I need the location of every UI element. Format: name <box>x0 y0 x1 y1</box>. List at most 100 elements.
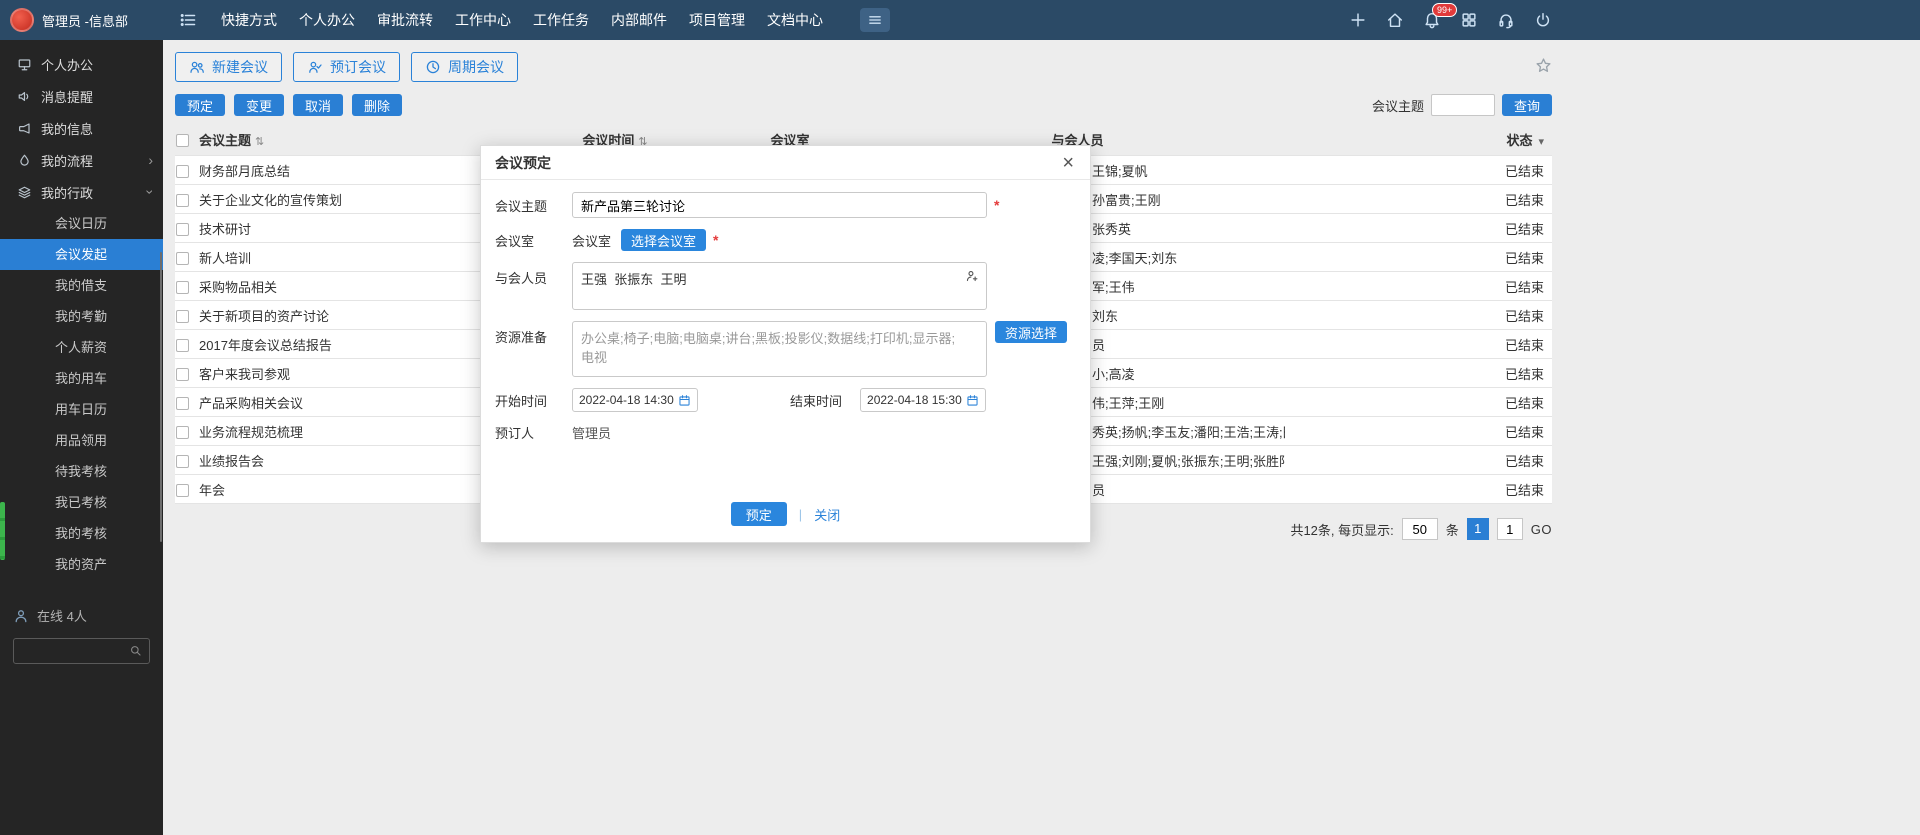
jump-page-input[interactable] <box>1497 518 1523 540</box>
meeting-subject-filter-input[interactable] <box>1431 94 1495 116</box>
sort-icon[interactable]: ⇅ <box>255 136 264 148</box>
add-icon[interactable] <box>1349 11 1367 29</box>
meeting-subject-cell: 产品采购相关会议 <box>199 393 520 412</box>
close-link[interactable]: 关闭 <box>814 505 840 524</box>
brand[interactable]: 管理员 -信息部 <box>10 8 162 32</box>
sidebar-scrollbar[interactable] <box>160 252 162 542</box>
start-time-label: 开始时间 <box>495 391 572 410</box>
meeting-subject-cell: 年会 <box>199 480 520 499</box>
status-cell: 已结束 <box>1285 190 1552 209</box>
resources-textarea[interactable]: 办公桌;椅子;电脑;电脑桌;讲台;黑板;投影仪;数据线;打印机;显示器;电视 <box>572 321 987 377</box>
dialog-header: 会议预定 × <box>481 146 1090 180</box>
subject-filter: 会议主题 查询 <box>1372 94 1552 116</box>
more-menu-icon[interactable] <box>860 8 890 32</box>
notification-badge: 99+ <box>1432 3 1457 17</box>
close-icon[interactable]: × <box>1060 153 1076 173</box>
start-time-input[interactable]: 2022-04-18 14:30 <box>572 388 698 412</box>
change-button[interactable]: 变更 <box>234 94 284 116</box>
book-button[interactable]: 预定 <box>175 94 225 116</box>
sidebar-subitem[interactable]: 我的考核 <box>0 518 163 549</box>
sidebar-subitem[interactable]: 我的借支 <box>0 270 163 301</box>
per-page-input[interactable] <box>1402 518 1438 540</box>
choose-room-button[interactable]: 选择会议室 <box>621 229 706 251</box>
search-icon[interactable] <box>129 644 142 657</box>
delete-button[interactable]: 删除 <box>352 94 402 116</box>
status-cell: 已结束 <box>1285 335 1552 354</box>
top-nav-item[interactable]: 文档中心 <box>756 0 834 40</box>
current-page-button[interactable]: 1 <box>1467 518 1489 540</box>
sidebar-subitem[interactable]: 我已考核 <box>0 487 163 518</box>
row-checkbox[interactable] <box>176 281 189 294</box>
book-meeting-button[interactable]: 预订会议 <box>293 52 400 82</box>
sidebar: 个人办公 消息提醒 我的信息 我的流程 › 我的行政 › <box>0 40 163 835</box>
sidebar-subitem[interactable]: 会议日历 <box>0 208 163 239</box>
sidebar-subitem[interactable]: 会议发起 <box>0 239 163 270</box>
list-actionbar: 预定 变更 取消 删除 会议主题 查询 <box>175 94 1552 116</box>
row-checkbox[interactable] <box>176 223 189 236</box>
search-button[interactable]: 查询 <box>1502 94 1552 116</box>
row-checkbox[interactable] <box>176 426 189 439</box>
meeting-toolbar: 新建会议 预订会议 周期会议 <box>175 50 1552 94</box>
choose-resources-button[interactable]: 资源选择 <box>995 321 1067 343</box>
top-nav-item[interactable]: 工作中心 <box>444 0 522 40</box>
go-button[interactable]: GO <box>1531 522 1552 537</box>
menu-toggle-icon[interactable] <box>178 10 198 30</box>
row-checkbox[interactable] <box>176 165 189 178</box>
sidebar-item-message-reminder[interactable]: 消息提醒 <box>0 80 163 112</box>
subject-input[interactable] <box>572 192 987 218</box>
sidebar-subitem[interactable]: 我的考勤 <box>0 301 163 332</box>
row-checkbox[interactable] <box>176 368 189 381</box>
sidebar-item-personal-office[interactable]: 个人办公 <box>0 48 163 80</box>
favorite-star-icon[interactable] <box>1535 57 1552 77</box>
app-window: 管理员 -信息部 快捷方式个人办公审批流转工作中心工作任务内部邮件项目管理文档中… <box>0 0 1920 835</box>
sidebar-item-my-info[interactable]: 我的信息 <box>0 112 163 144</box>
column-subject[interactable]: 会议主题⇅ <box>199 130 520 149</box>
top-nav-item[interactable]: 项目管理 <box>678 0 756 40</box>
top-nav-item[interactable]: 工作任务 <box>522 0 600 40</box>
sidebar-item-my-admin[interactable]: 我的行政 › <box>0 176 163 208</box>
status-cell: 已结束 <box>1285 306 1552 325</box>
home-icon[interactable] <box>1386 11 1404 29</box>
end-time-input[interactable]: 2022-04-18 15:30 <box>860 388 986 412</box>
scroll-indicator <box>0 502 5 560</box>
sidebar-subitem[interactable]: 待我考核 <box>0 456 163 487</box>
sidebar-subitem[interactable]: 我的用车 <box>0 363 163 394</box>
current-user-label: 管理员 -信息部 <box>42 11 128 30</box>
confirm-book-button[interactable]: 预定 <box>731 502 787 526</box>
sidebar-subitem[interactable]: 用品领用 <box>0 425 163 456</box>
top-nav-item[interactable]: 快捷方式 <box>210 0 288 40</box>
filter-caret-icon[interactable]: ▾ <box>1538 136 1544 148</box>
top-nav-item[interactable]: 审批流转 <box>366 0 444 40</box>
person-add-icon[interactable] <box>965 269 979 283</box>
notifications-icon[interactable]: 99+ <box>1423 11 1441 29</box>
apps-grid-icon[interactable] <box>1460 11 1478 29</box>
meeting-subject-cell: 技术研讨 <box>199 219 520 238</box>
filter-label: 会议主题 <box>1372 96 1424 115</box>
dialog-body: 会议主题 * 会议室 会议室 选择会议室 * 与会人员 王强 张振东 王明 资源… <box>481 180 1090 492</box>
select-all-checkbox[interactable] <box>176 134 189 147</box>
users-icon <box>189 59 205 75</box>
top-nav-item[interactable]: 个人办公 <box>288 0 366 40</box>
row-checkbox[interactable] <box>176 310 189 323</box>
row-checkbox[interactable] <box>176 484 189 497</box>
power-icon[interactable] <box>1534 11 1552 29</box>
row-checkbox[interactable] <box>176 455 189 468</box>
headset-icon[interactable] <box>1497 11 1515 29</box>
meeting-subject-cell: 关于新项目的资产讨论 <box>199 306 520 325</box>
attendees-textarea[interactable]: 王强 张振东 王明 <box>572 262 987 310</box>
start-time-value: 2022-04-18 14:30 <box>579 393 674 407</box>
sidebar-subitem[interactable]: 我的资产 <box>0 549 163 580</box>
row-checkbox[interactable] <box>176 339 189 352</box>
column-status[interactable]: 状态▾ <box>1285 130 1552 149</box>
cycle-meeting-button[interactable]: 周期会议 <box>411 52 518 82</box>
row-checkbox[interactable] <box>176 252 189 265</box>
row-checkbox[interactable] <box>176 194 189 207</box>
new-meeting-button[interactable]: 新建会议 <box>175 52 282 82</box>
sidebar-subitem[interactable]: 用车日历 <box>0 394 163 425</box>
top-nav-item[interactable]: 内部邮件 <box>600 0 678 40</box>
sidebar-subitem[interactable]: 个人薪资 <box>0 332 163 363</box>
cancel-button[interactable]: 取消 <box>293 94 343 116</box>
sidebar-item-my-workflow[interactable]: 我的流程 › <box>0 144 163 176</box>
room-value: 会议室 <box>572 231 611 250</box>
row-checkbox[interactable] <box>176 397 189 410</box>
